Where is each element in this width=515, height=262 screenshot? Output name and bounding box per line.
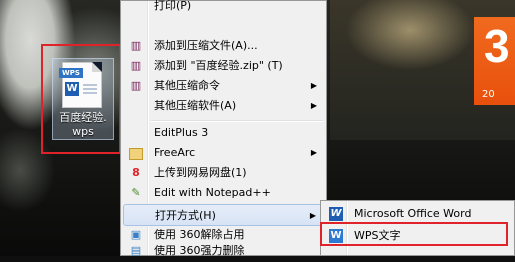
submenu-arrow-icon: ▶	[310, 81, 317, 90]
winrar-books-icon: ▥	[130, 59, 142, 72]
menu-item-label: 使用 360强力删除	[154, 244, 245, 257]
tile-number: 3	[484, 20, 510, 72]
calendar-tile[interactable]: 3 20	[474, 17, 515, 105]
menu-item-other-compress-software[interactable]: 其他压缩软件(A) ▶	[123, 95, 324, 117]
menu-item-print[interactable]: 打印(P)	[123, 0, 324, 17]
submenu-arrow-icon: ▶	[310, 148, 317, 157]
menu-item-label: FreeArc	[154, 146, 196, 159]
menu-item-add-to-archive[interactable]: ▥ 添加到压缩文件(A)...	[123, 35, 324, 57]
menu-item-add-to-zip[interactable]: ▥ 添加到 "百度经验.zip" (T)	[123, 55, 324, 77]
menu-item-label: 添加到 "百度经验.zip" (T)	[154, 59, 283, 72]
wps-item-highlight-box	[320, 222, 508, 246]
menu-item-label: 打印(P)	[154, 0, 192, 12]
word-icon: W	[329, 207, 343, 221]
menu-item-360-shred[interactable]: ▤ 使用 360强力删除	[123, 240, 324, 262]
winrar-books-icon: ▥	[130, 39, 142, 52]
menu-item-label: 上传到网易网盘(1)	[154, 166, 247, 179]
desktop-icon-highlight-box	[41, 44, 121, 154]
freearc-icon	[129, 148, 143, 160]
menu-item-open-with[interactable]: 打开方式(H) ▶	[123, 204, 324, 226]
context-menu: 打印(P) ▥ 添加到压缩文件(A)... ▥ 添加到 "百度经验.zip" (…	[120, 0, 327, 257]
netease-cloud-icon: 8	[132, 166, 140, 179]
notepad-plus-plus-icon: ✎	[131, 186, 141, 199]
submenu-arrow-icon: ▶	[310, 101, 317, 110]
menu-item-label: 其他压缩命令	[154, 79, 220, 92]
menu-item-label: 添加到压缩文件(A)...	[154, 39, 258, 52]
winrar-books-icon: ▥	[130, 79, 142, 92]
menu-item-freearc[interactable]: FreeArc ▶	[123, 142, 324, 164]
menu-item-label: EditPlus 3	[154, 126, 209, 139]
tile-caption: 20	[482, 89, 495, 100]
menu-item-editplus[interactable]: EditPlus 3	[123, 122, 324, 144]
menu-item-upload-netease[interactable]: 8 上传到网易网盘(1)	[123, 162, 324, 184]
menu-item-label: 其他压缩软件(A)	[154, 99, 237, 112]
menu-item-label: Edit with Notepad++	[154, 186, 271, 199]
menu-item-edit-notepadpp[interactable]: ✎ Edit with Notepad++	[123, 182, 324, 204]
menu-item-other-compress-commands[interactable]: ▥ 其他压缩命令 ▶	[123, 75, 324, 97]
